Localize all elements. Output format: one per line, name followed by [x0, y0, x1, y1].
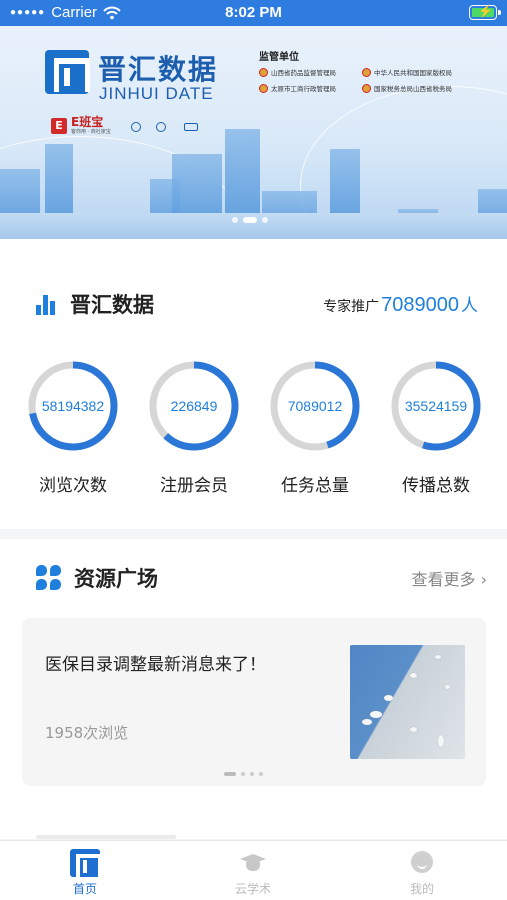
profile-icon — [407, 849, 437, 877]
stats-title: 晋汇数据 — [70, 293, 154, 317]
tab-label: 首页 — [72, 882, 97, 896]
stats-rings: 58194382 浏览次数 226849 注册会员 7089012 任务总量 3552415… — [0, 357, 507, 507]
stat-label: 注册会员 — [160, 476, 228, 496]
stat-label: 任务总量 — [281, 476, 349, 496]
partner-logo-sub: 客你用 · 商社家宝 — [71, 129, 111, 135]
pager-dot[interactable] — [241, 772, 245, 776]
resource-card[interactable]: 医保目录调整最新消息来了！ 1958次浏览 — [22, 618, 486, 786]
tab-home-logo[interactable]: 首页 — [35, 849, 135, 897]
banner-pager[interactable] — [232, 217, 268, 223]
resource-grid-icon — [36, 565, 62, 591]
card-thumbnail-pills-image — [350, 645, 465, 759]
view-more-link[interactable]: 查看更多 › — [411, 566, 487, 590]
stat-label: 浏览次数 — [39, 476, 107, 496]
pager-dot[interactable] — [250, 772, 254, 776]
resource-title: 资源广场 — [74, 567, 158, 591]
graduation-cap-icon — [238, 849, 268, 877]
partner-logo-text: E班宝 — [71, 115, 104, 129]
stats-header: 晋汇数据 — [36, 289, 154, 319]
seal-icon — [362, 83, 371, 93]
banner-brand: 晋汇数据 — [98, 53, 219, 86]
home-logo-icon — [70, 849, 102, 877]
partner-icon — [184, 123, 198, 131]
tab-graduation-cap[interactable]: 云学术 — [203, 849, 303, 897]
tab-profile[interactable]: 我的 — [372, 849, 472, 897]
seal-icon — [259, 83, 268, 93]
stats-section: 晋汇数据 专家推广 7089000 人 58194382 浏览次数 226849 注册… — [0, 239, 507, 529]
expert-unit: 人 — [461, 296, 478, 316]
stat-ring: 7089012 任务总量 — [259, 357, 371, 496]
expert-promotion: 专家推广 7089000 人 — [323, 291, 478, 317]
regulator-item: 山西省药品监督管理局 — [259, 67, 336, 77]
partner-logo: E E班宝 客你用 · 商社家宝 — [51, 116, 111, 135]
stat-value: 7089012 — [287, 398, 343, 414]
seal-icon — [362, 67, 371, 77]
next-section-peek — [36, 835, 176, 839]
resource-header: 资源广场 — [36, 563, 158, 593]
pager-dot[interactable] — [262, 217, 268, 223]
partner-icon — [156, 122, 166, 132]
battery-charging-icon: ⚡ — [469, 4, 501, 20]
resource-section: 资源广场 查看更多 › 医保目录调整最新消息来了！ 1958次浏览 — [0, 539, 507, 839]
jinhui-logo-icon — [45, 50, 90, 94]
bottom-tab-bar: 首页 云学术 我的 — [0, 840, 507, 900]
chevron-right-icon: › — [480, 570, 487, 589]
card-title: 医保目录调整最新消息来了！ — [45, 655, 266, 675]
pager-dot[interactable] — [232, 217, 238, 223]
regulator-item: 太原市工商行政管理局 — [259, 83, 336, 93]
status-bar: ●●●●● Carrier 8:02 PM ⚡ — [0, 0, 507, 26]
expert-count: 7089000 — [381, 294, 459, 316]
stat-ring: 58194382 浏览次数 — [17, 357, 129, 496]
regulator-item: 国家税务总局山西省税务局 — [362, 83, 452, 93]
pager-dot[interactable] — [243, 217, 257, 223]
card-pager[interactable] — [224, 772, 263, 776]
view-more-label: 查看更多 — [411, 570, 476, 589]
stat-ring: 226849 注册会员 — [138, 357, 250, 496]
e-logo-icon: E — [51, 117, 67, 134]
expert-prefix: 专家推广 — [323, 299, 380, 315]
seal-icon — [259, 67, 268, 77]
regulator-item: 中华人民共和国国家版权局 — [362, 67, 452, 77]
pager-dot[interactable] — [259, 772, 263, 776]
stat-value: 226849 — [170, 398, 218, 414]
stat-value: 35524159 — [404, 398, 468, 414]
stat-label: 传播总数 — [402, 476, 470, 496]
pager-dot[interactable] — [224, 772, 236, 776]
stat-ring: 35524159 传播总数 — [380, 357, 492, 496]
regulator-title: 监管单位 — [259, 52, 299, 63]
partner-icon — [131, 122, 141, 132]
banner-brand-en: JINHUI DATE — [99, 84, 214, 103]
hero-banner[interactable]: 晋汇数据 JINHUI DATE E E班宝 客你用 · 商社家宝 监管单位 山… — [0, 26, 507, 239]
bar-chart-icon — [36, 293, 58, 315]
tab-label: 我的 — [409, 882, 434, 896]
card-views: 1958次浏览 — [45, 724, 129, 742]
stat-value: 58194382 — [41, 398, 105, 414]
tab-label: 云学术 — [234, 882, 271, 896]
clock: 8:02 PM — [225, 4, 282, 21]
